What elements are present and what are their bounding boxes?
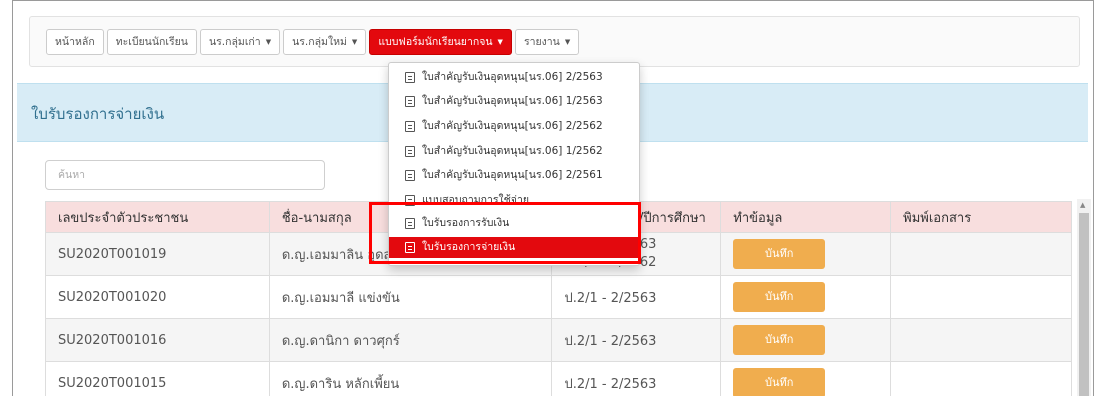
dropdown-item[interactable]: ใบสำคัญรับเงินอุดหนุน[นร.06] 1/2563 <box>389 91 639 112</box>
caret-down-icon: ▼ <box>351 38 358 46</box>
save-button[interactable]: บันทึก <box>733 239 826 269</box>
cell-name: ด.ญ.ดานิกา ดาวศุกร์ <box>268 318 553 362</box>
top-navigation: หน้าหลัก ทะเบียนนักเรียน นร.กลุ่มเก่า ▼ น… <box>29 16 1080 67</box>
cell-id: SU2020T001016 <box>45 318 270 362</box>
document-icon <box>405 146 415 157</box>
dropdown-item[interactable]: ใบสำคัญรับเงินอุดหนุน[นร.06] 2/2561 <box>389 165 639 186</box>
nav-new-group[interactable]: นร.กลุ่มใหม่ ▼ <box>283 29 367 55</box>
dropdown-item-label: ใบสำคัญรับเงินอุดหนุน[นร.06] 1/2563 <box>422 95 603 107</box>
cell-action: บันทึก <box>720 318 892 362</box>
vertical-scrollbar[interactable]: ▲ <box>1077 199 1091 396</box>
nav-label: ทะเบียนนักเรียน <box>115 36 188 48</box>
cell-print <box>890 232 1072 276</box>
cell-class: ป.2/1 - 2/2563 <box>551 361 722 396</box>
save-button[interactable]: บันทึก <box>733 325 826 355</box>
dropdown-item[interactable]: ใบสำคัญรับเงินอุดหนุน[นร.06] 2/2563 <box>389 67 639 88</box>
table-row: SU2020T001020 ด.ญ.เอมมาลี แข่งขัน ป.2/1 … <box>45 275 1072 319</box>
cell-action: บันทึก <box>720 361 892 396</box>
dropdown-item[interactable]: ใบสำคัญรับเงินอุดหนุน[นร.06] 1/2562 <box>389 141 639 162</box>
dropdown-item-label: ใบสำคัญรับเงินอุดหนุน[นร.06] 2/2563 <box>422 71 603 83</box>
save-button[interactable]: บันทึก <box>733 282 826 312</box>
document-icon <box>405 170 415 181</box>
nav-label: หน้าหลัก <box>55 36 95 48</box>
cell-id: SU2020T001020 <box>45 275 270 319</box>
annotation-highlight-box <box>369 202 641 264</box>
nav-label: นร.กลุ่มเก่า <box>208 36 261 48</box>
cell-id: SU2020T001019 <box>45 232 270 276</box>
dropdown-item-label: ใบสำคัญรับเงินอุดหนุน[นร.06] 1/2562 <box>422 145 603 157</box>
cell-id: SU2020T001015 <box>45 361 270 396</box>
cell-action: บันทึก <box>720 232 892 276</box>
document-icon <box>405 121 415 132</box>
cell-print <box>890 318 1072 362</box>
col-header-id: เลขประจำตัวประชาชน <box>45 201 270 233</box>
scroll-thumb[interactable] <box>1079 213 1089 396</box>
document-icon <box>405 96 415 107</box>
document-icon <box>405 72 415 83</box>
caret-down-icon: ▼ <box>564 38 571 46</box>
caret-down-icon: ▼ <box>497 38 503 46</box>
nav-reports[interactable]: รายงาน ▼ <box>514 29 580 55</box>
save-button[interactable]: บันทึก <box>733 368 826 396</box>
table-row: SU2020T001016 ด.ญ.ดานิกา ดาวศุกร์ ป.2/1 … <box>45 318 1072 362</box>
nav-home[interactable]: หน้าหลัก <box>46 29 104 55</box>
page-title: ใบรับรองการจ่ายเงิน <box>31 105 165 123</box>
dropdown-item[interactable]: ใบสำคัญรับเงินอุดหนุน[นร.06] 2/2562 <box>389 116 639 137</box>
cell-print <box>890 361 1072 396</box>
scroll-up-icon[interactable]: ▲ <box>1080 201 1085 209</box>
cell-print <box>890 275 1072 319</box>
nav-label: นร.กลุ่มใหม่ <box>292 36 347 48</box>
cell-class: ป.2/1 - 2/2563 <box>551 318 722 362</box>
nav-label: แบบฟอร์มนักเรียนยากจน <box>378 36 493 48</box>
dropdown-item-label: ใบสำคัญรับเงินอุดหนุน[นร.06] 2/2562 <box>422 120 603 132</box>
cell-name: ด.ญ.เอมมาลี แข่งขัน <box>268 275 553 319</box>
search-input[interactable]: ค้นหา <box>45 160 325 190</box>
cell-name: ด.ญ.ดาริน หลักเพี้ยน <box>268 361 553 396</box>
nav-label: รายงาน <box>523 36 560 48</box>
col-header-action: ทำข้อมูล <box>720 201 892 233</box>
cell-class: ป.2/1 - 2/2563 <box>551 275 722 319</box>
nav-old-group[interactable]: นร.กลุ่มเก่า ▼ <box>199 29 281 55</box>
cell-action: บันทึก <box>720 275 892 319</box>
caret-down-icon: ▼ <box>265 38 272 46</box>
table-row: SU2020T001015 ด.ญ.ดาริน หลักเพี้ยน ป.2/1… <box>45 361 1072 396</box>
col-header-print: พิมพ์เอกสาร <box>890 201 1072 233</box>
dropdown-item-label: ใบสำคัญรับเงินอุดหนุน[นร.06] 2/2561 <box>422 169 603 181</box>
nav-poor-student-forms[interactable]: แบบฟอร์มนักเรียนยากจน ▼ <box>369 29 512 55</box>
nav-student-registry[interactable]: ทะเบียนนักเรียน <box>106 29 197 55</box>
